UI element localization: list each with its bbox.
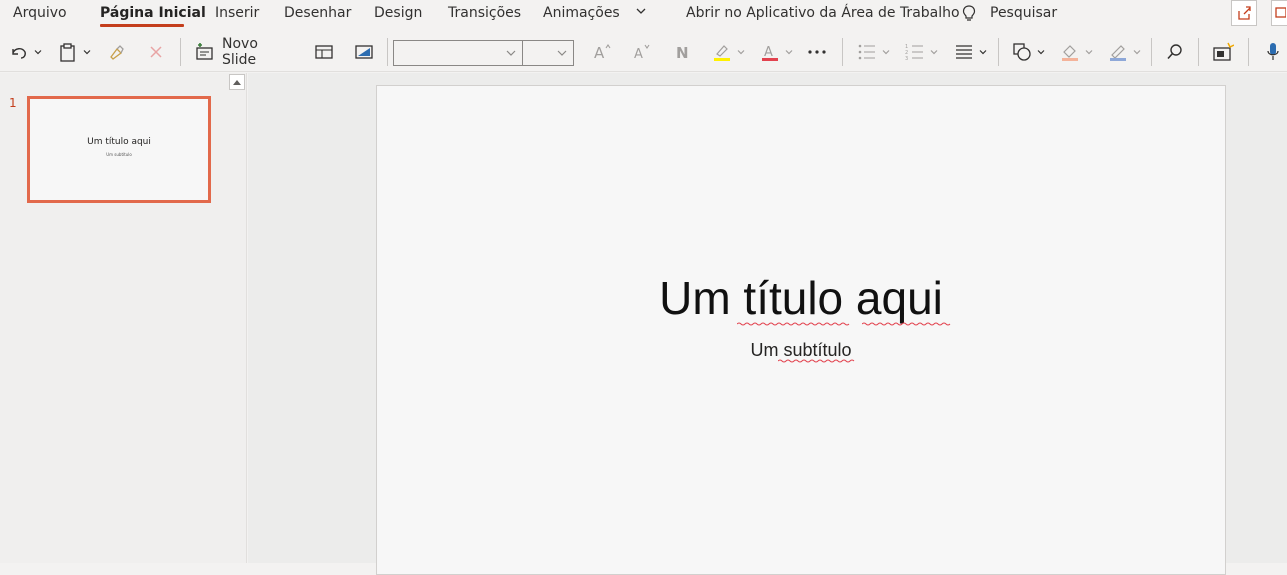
paste-icon[interactable] <box>57 38 79 66</box>
bold-icon[interactable]: N <box>670 38 694 66</box>
chevron-down-icon <box>557 50 567 56</box>
slide-thumbnail[interactable]: Um título aqui Um subtítulo <box>27 96 211 203</box>
spellcheck-underline <box>778 359 855 363</box>
thumbnail-subtitle: Um subtítulo <box>106 152 132 157</box>
ribbon-toolbar: Novo Slide A A N A 123 <box>0 32 1287 72</box>
menu-bar: Arquivo Página Inicial Inserir Desenhar … <box>0 0 1287 32</box>
ribbon-separator <box>1248 38 1249 66</box>
layout-icon[interactable] <box>312 38 336 66</box>
ribbon-separator <box>998 38 999 66</box>
ribbon-separator <box>387 38 388 66</box>
chevron-down-icon <box>506 50 516 56</box>
paste-dropdown-chevron-icon[interactable] <box>81 38 93 66</box>
thumbnail-title: Um título aqui <box>87 137 151 147</box>
svg-text:A: A <box>764 45 773 60</box>
menu-insert[interactable]: Inserir <box>215 4 259 26</box>
shapes-icon[interactable] <box>1010 38 1034 66</box>
menu-draw[interactable]: Desenhar <box>284 4 351 26</box>
shape-outline-dropdown-chevron-icon[interactable] <box>1131 38 1143 66</box>
highlight-color-icon[interactable] <box>710 38 734 66</box>
menu-file[interactable]: Arquivo <box>13 4 67 26</box>
grow-font-icon[interactable]: A <box>590 38 614 66</box>
numbering-icon[interactable]: 123 <box>903 38 927 66</box>
shape-fill-dropdown-chevron-icon[interactable] <box>1083 38 1095 66</box>
slide-subtitle[interactable]: Um subtítulo <box>377 340 1225 361</box>
comments-icon[interactable] <box>1271 0 1287 26</box>
active-tab-indicator <box>100 24 184 27</box>
slide-canvas[interactable]: Um título aqui Um subtítulo <box>376 85 1226 575</box>
undo-dropdown-chevron-icon[interactable] <box>32 38 44 66</box>
new-slide-icon[interactable] <box>194 38 216 66</box>
shapes-dropdown-chevron-icon[interactable] <box>1035 38 1047 66</box>
ribbon-separator <box>842 38 843 66</box>
align-text-icon[interactable] <box>952 38 976 66</box>
ribbon-separator <box>1151 38 1152 66</box>
spellcheck-underline <box>862 322 951 326</box>
search-box[interactable]: Pesquisar <box>990 4 1057 26</box>
shape-fill-icon[interactable] <box>1058 38 1082 66</box>
bullets-dropdown-chevron-icon[interactable] <box>880 38 892 66</box>
slide-number: 1 <box>9 96 17 110</box>
scroll-up-arrow-icon[interactable] <box>229 74 245 90</box>
spellcheck-underline <box>737 322 850 326</box>
slide-title[interactable]: Um título aqui <box>377 271 1225 325</box>
shape-outline-icon[interactable] <box>1106 38 1130 66</box>
svg-text:3: 3 <box>905 56 908 61</box>
numbering-dropdown-chevron-icon[interactable] <box>928 38 940 66</box>
menu-animations[interactable]: Animações <box>543 4 620 26</box>
dictate-microphone-icon[interactable] <box>1262 38 1284 66</box>
font-size-dropdown[interactable] <box>522 40 574 66</box>
align-dropdown-chevron-icon[interactable] <box>977 38 989 66</box>
new-slide-button[interactable]: Novo Slide <box>222 36 296 68</box>
more-tabs-chevron-icon[interactable] <box>634 4 648 26</box>
lightbulb-icon <box>962 5 976 27</box>
shrink-font-icon[interactable]: A <box>630 38 654 66</box>
bullets-icon[interactable] <box>855 38 879 66</box>
menu-transitions[interactable]: Transições <box>448 4 521 26</box>
menu-home[interactable]: Página Inicial <box>100 4 206 26</box>
font-color-icon[interactable]: A <box>758 38 782 66</box>
ribbon-separator <box>180 38 181 66</box>
format-painter-icon[interactable] <box>105 38 127 66</box>
find-search-icon[interactable] <box>1163 38 1187 66</box>
slide-background-icon[interactable] <box>352 38 376 66</box>
undo-icon[interactable] <box>8 38 30 66</box>
more-options-icon[interactable] <box>805 38 829 66</box>
svg-text:A: A <box>634 47 643 61</box>
menu-design[interactable]: Design <box>374 4 422 26</box>
font-color-dropdown-chevron-icon[interactable] <box>783 38 795 66</box>
designer-icon[interactable] <box>1210 38 1236 66</box>
svg-text:A: A <box>594 44 605 61</box>
open-desktop-app-link[interactable]: Abrir no Aplicativo da Área de Trabalho <box>686 4 960 26</box>
clear-delete-icon[interactable] <box>145 38 167 66</box>
font-name-dropdown[interactable] <box>393 40 523 66</box>
highlight-dropdown-chevron-icon[interactable] <box>735 38 747 66</box>
svg-text:N: N <box>676 44 689 61</box>
share-icon[interactable] <box>1231 0 1257 26</box>
ribbon-separator <box>1198 38 1199 66</box>
